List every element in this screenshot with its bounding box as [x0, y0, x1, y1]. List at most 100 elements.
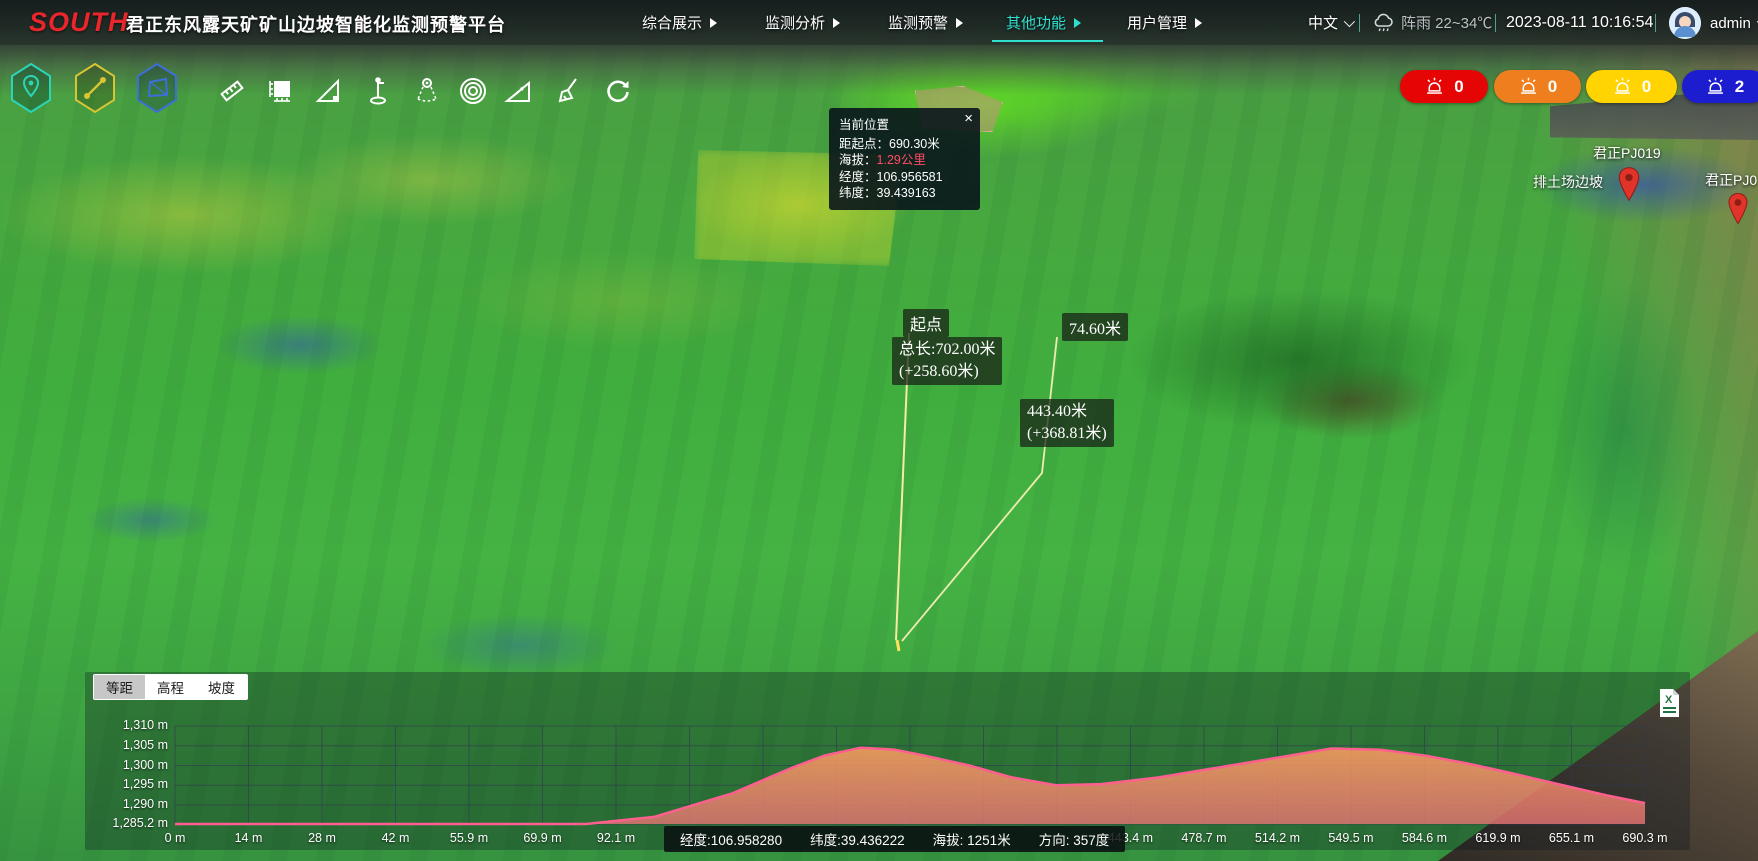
- total-length-label: 总长:702.00米 (+258.60米): [892, 337, 1002, 385]
- line-measure-tool[interactable]: [74, 63, 116, 113]
- nav-monitor-warning[interactable]: 监测预警: [888, 12, 963, 33]
- close-icon[interactable]: ×: [964, 112, 973, 126]
- siren-icon: [1612, 76, 1633, 97]
- tooltip-row: 经度：106.956581: [839, 169, 970, 186]
- x-axis-tick: 690.3 m: [1622, 831, 1667, 845]
- arrow-right-icon: [833, 18, 840, 28]
- x-axis-tick: 42 m: [382, 831, 410, 845]
- user-menu[interactable]: admin: [1669, 6, 1758, 40]
- pin-label-pj019: 君正PJ019: [1593, 143, 1661, 163]
- alarm-count: 0: [1454, 77, 1463, 97]
- chevron-down-icon: [1344, 15, 1355, 26]
- arrow-right-icon: [1074, 18, 1081, 28]
- status-heading: 方向: 357度: [1039, 829, 1110, 849]
- siren-icon: [1424, 76, 1445, 97]
- tooltip-row: 海拔：1.29公里: [839, 152, 970, 169]
- x-axis-tick: 0 m: [165, 831, 186, 845]
- tooltip-row: 距起点：690.30米: [839, 136, 970, 153]
- arrow-right-icon: [710, 18, 717, 28]
- brand-logo: SOUTH: [29, 7, 129, 38]
- refresh-icon[interactable]: [603, 76, 633, 106]
- location-pin-tool[interactable]: [10, 63, 52, 113]
- segment2-label: 443.40米 (+368.81米): [1020, 399, 1114, 447]
- svg-text:X: X: [1665, 694, 1673, 706]
- alarm-badge-blue[interactable]: 2: [1682, 70, 1758, 103]
- nav-other-functions[interactable]: 其他功能: [1006, 12, 1081, 33]
- current-position-tooltip: × 当前位置 距起点：690.30米 海拔：1.29公里 经度：106.9565…: [829, 108, 980, 210]
- tab-slope[interactable]: 坡度: [196, 675, 247, 699]
- alarm-badge-orange[interactable]: 0: [1494, 70, 1581, 103]
- username: admin: [1710, 15, 1751, 32]
- total-length-line2: (+258.60米): [899, 361, 995, 383]
- clear-broom-icon[interactable]: [555, 76, 585, 106]
- x-axis-tick: 549.5 m: [1328, 831, 1373, 845]
- x-axis-tick: 584.6 m: [1402, 831, 1447, 845]
- nav-overview[interactable]: 综合展示: [642, 12, 717, 33]
- divider: [1655, 14, 1656, 32]
- mine-monitoring-app: 起点 总长:702.00米 (+258.60米) 74.60米 443.40米 …: [0, 0, 1758, 861]
- alarm-count: 0: [1548, 77, 1557, 97]
- slope-analysis-icon[interactable]: [503, 76, 533, 106]
- camera-status-bar: 经度:106.958280 纬度:39.436222 海拔: 1251米 方向:…: [664, 826, 1125, 852]
- segment2-line2: (+368.81米): [1027, 423, 1107, 445]
- angle-measure-icon[interactable]: [313, 76, 343, 106]
- distance-ruler-icon[interactable]: [217, 76, 247, 106]
- nav-user-management[interactable]: 用户管理: [1127, 12, 1202, 33]
- alarm-badge-red[interactable]: 0: [1400, 70, 1488, 103]
- x-axis-tick: 619.9 m: [1475, 831, 1520, 845]
- x-axis-tick: 55.9 m: [450, 831, 488, 845]
- nav-monitor-analysis[interactable]: 监测分析: [765, 12, 840, 33]
- divider: [1359, 14, 1360, 32]
- segment1-label: 74.60米: [1062, 313, 1128, 341]
- x-axis-tick: 14 m: [235, 831, 263, 845]
- y-axis-tick: 1,305 m: [98, 738, 168, 752]
- tab-elevation[interactable]: 高程: [145, 675, 196, 699]
- status-altitude: 海拔: 1251米: [933, 829, 1011, 849]
- map-pin-icon[interactable]: [1726, 192, 1750, 225]
- page-title: 君正东风露天矿矿山边坡智能化监测预警平台: [126, 11, 506, 37]
- viewshed-icon[interactable]: [412, 76, 442, 106]
- pin-label-pj0: 君正PJ0: [1705, 170, 1757, 190]
- x-axis-tick: 655.1 m: [1549, 831, 1594, 845]
- datetime-display: 2023-08-11 10:16:54: [1506, 0, 1653, 45]
- y-axis-tick: 1,310 m: [98, 718, 168, 732]
- top-navigation-bar: SOUTH 君正东风露天矿矿山边坡智能化监测预警平台 综合展示 监测分析 监测预…: [0, 0, 1758, 45]
- x-axis-tick: 69.9 m: [523, 831, 561, 845]
- map-pin-icon[interactable]: [1616, 166, 1642, 202]
- y-axis-tick: 1,300 m: [98, 758, 168, 772]
- pin-label-dump-slope: 排土场边坡: [1533, 172, 1603, 192]
- surface-area-icon[interactable]: [265, 76, 295, 106]
- x-axis-tick: 478.7 m: [1181, 831, 1226, 845]
- profile-analysis-panel: 等距 高程 坡度 X: [85, 672, 1690, 850]
- alarm-count: 2: [1735, 77, 1744, 97]
- marker-pole-icon[interactable]: [363, 76, 393, 106]
- divider: [1495, 14, 1496, 32]
- alarm-badge-yellow[interactable]: 0: [1586, 70, 1677, 103]
- excel-export-icon[interactable]: X: [1657, 688, 1682, 718]
- segment2-line1: 443.40米: [1027, 401, 1107, 423]
- tooltip-title: 当前位置: [839, 117, 970, 134]
- y-axis-tick: 1,295 m: [98, 777, 168, 791]
- avatar: [1669, 7, 1701, 39]
- x-axis-tick: 92.1 m: [597, 831, 635, 845]
- siren-icon: [1705, 76, 1726, 97]
- y-axis-tick: 1,285.2 m: [98, 816, 168, 830]
- total-length-line1: 总长:702.00米: [899, 339, 995, 361]
- area-measure-tool[interactable]: [136, 63, 178, 113]
- tooltip-row: 纬度：39.439163: [839, 185, 970, 202]
- status-latitude: 纬度:39.436222: [810, 829, 905, 849]
- language-selector[interactable]: 中文: [1308, 0, 1352, 45]
- x-axis-tick: 514.2 m: [1255, 831, 1300, 845]
- tab-equidistant[interactable]: 等距: [94, 675, 145, 699]
- alarm-count: 0: [1642, 77, 1651, 97]
- rain-cloud-icon: [1371, 12, 1395, 34]
- status-longitude: 经度:106.958280: [680, 829, 782, 849]
- x-axis-tick: 28 m: [308, 831, 336, 845]
- arrow-right-icon: [956, 18, 963, 28]
- arrow-right-icon: [1195, 18, 1202, 28]
- siren-icon: [1518, 76, 1539, 97]
- start-point-label: 起点: [903, 309, 949, 337]
- profile-tabbar: 等距 高程 坡度: [93, 674, 248, 700]
- buffer-rings-icon[interactable]: [458, 76, 488, 106]
- weather-widget: 阵雨 22~34℃: [1371, 0, 1492, 45]
